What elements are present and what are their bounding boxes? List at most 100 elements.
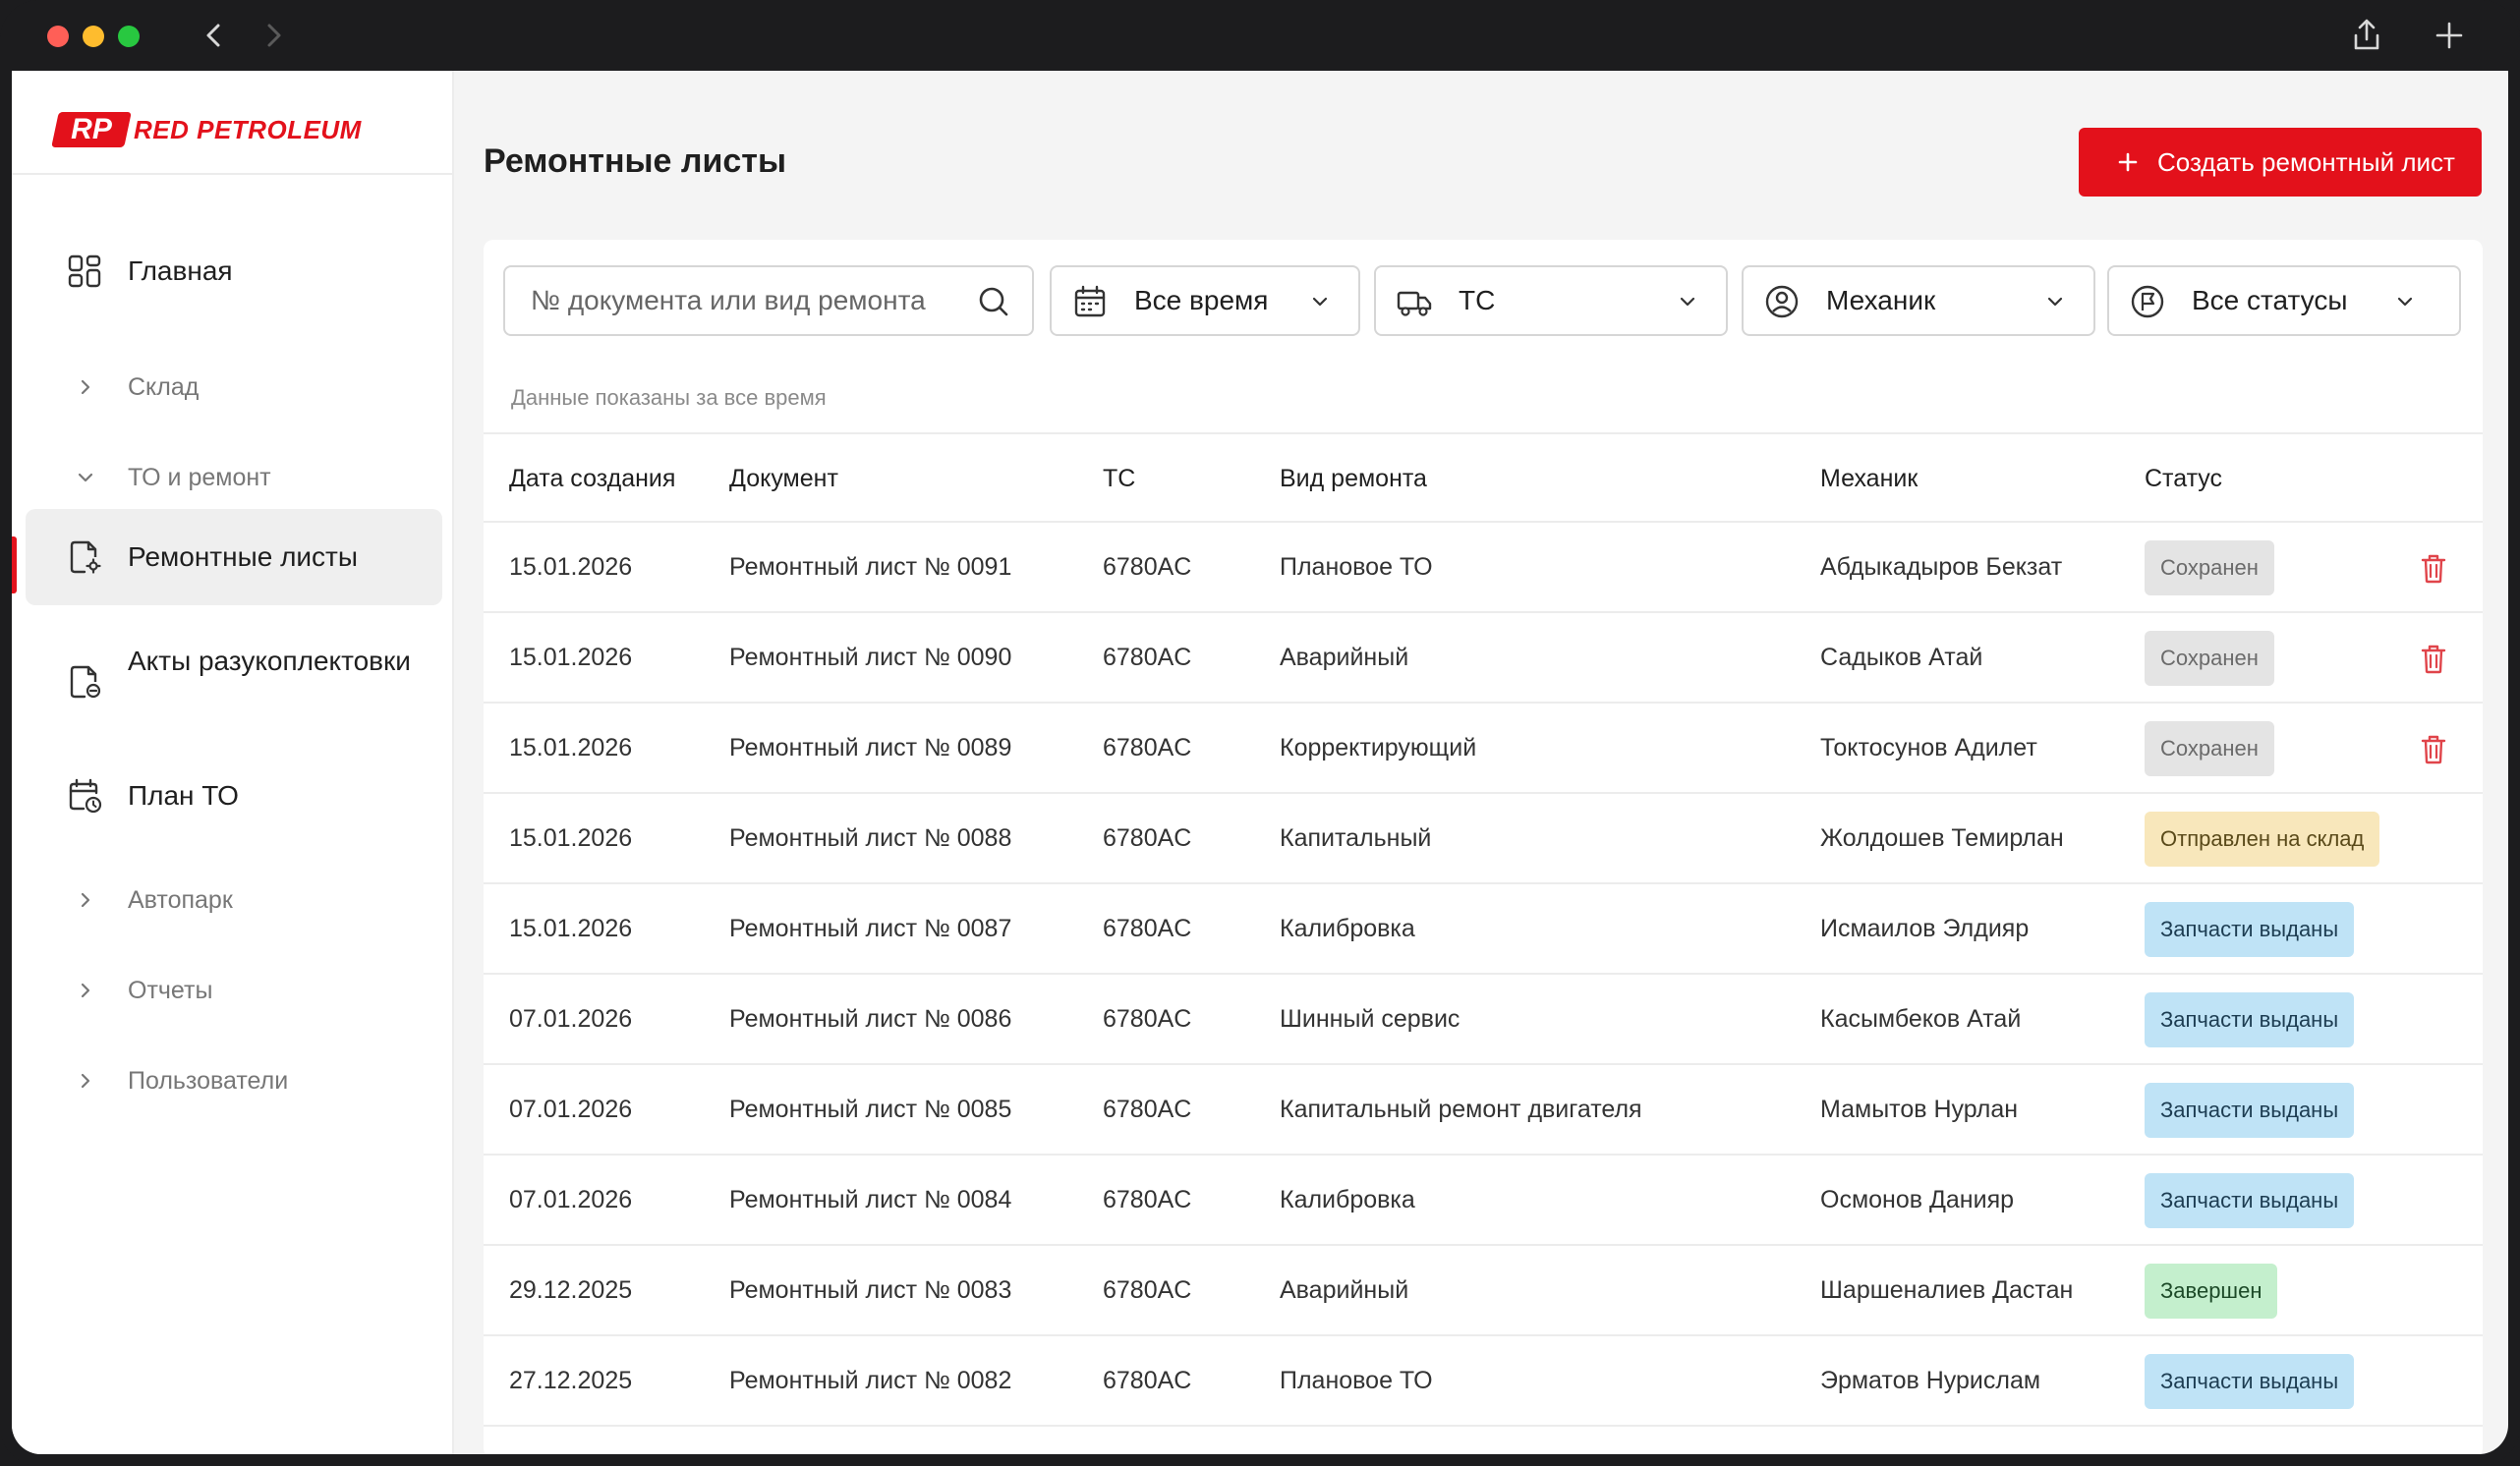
date-cell: 15.01.2026 [509, 644, 633, 671]
date-cell: 15.01.2026 [509, 915, 633, 942]
vehicle-filter[interactable]: ТС [1374, 265, 1728, 336]
search-field[interactable] [503, 265, 1034, 336]
sidebar-item-fleet[interactable]: Автопарк [26, 871, 442, 930]
new-tab-icon[interactable] [2430, 16, 2469, 55]
sidebar-item-warehouse[interactable]: Склад [26, 358, 442, 417]
delete-icon[interactable] [2416, 550, 2451, 586]
search-input[interactable] [505, 267, 1032, 334]
maximize-window-button[interactable] [118, 26, 140, 47]
sidebar-item-users[interactable]: Пользователи [26, 1051, 442, 1110]
sidebar-item-home[interactable]: Главная [26, 236, 442, 307]
status-badge: Запчасти выданы [2145, 902, 2355, 957]
document-cell: Ремонтный лист № 0083 [729, 1276, 1012, 1304]
sidebar-item-maintenance-plan[interactable]: План ТО [26, 761, 442, 831]
vehicle-cell: 6780AC [1103, 1005, 1192, 1033]
mechanic-cell: Касымбеков Атай [1820, 1005, 2022, 1033]
delete-icon[interactable] [2416, 641, 2451, 676]
status-filter[interactable]: Все статусы [2107, 265, 2461, 336]
table-row[interactable]: 29.12.2025 Ремонтный лист № 0083 6780AC Ава… [484, 1246, 2483, 1336]
search-icon [979, 287, 1008, 316]
vehicle-cell: 6780AC [1103, 824, 1192, 852]
mechanic-cell: Садыков Атай [1820, 644, 1983, 671]
vehicle-filter-value: ТС [1459, 285, 1496, 315]
table-row[interactable]: 07.01.2026 Ремонтный лист № 0085 6780AC Кап… [484, 1065, 2483, 1156]
repair-sheets-panel: Все время ТС Механик Все статусы Данные … [484, 240, 2483, 1454]
column-header-date[interactable]: Дата создания [509, 434, 675, 523]
column-header-repair-type[interactable]: Вид ремонта [1280, 434, 1427, 523]
back-arrow-icon[interactable] [197, 18, 232, 53]
minimize-window-button[interactable] [83, 26, 104, 47]
period-note: Данные показаны за все время [511, 385, 827, 410]
repair-type-cell: Шинный сервис [1280, 1005, 1460, 1033]
table-row[interactable]: 27.12.2025 Ремонтный лист № 0082 6780AC Пла… [484, 1336, 2483, 1427]
title-bar [0, 0, 2520, 71]
document-cell: Ремонтный лист № 0086 [729, 1005, 1012, 1033]
vehicle-cell: 6780AC [1103, 915, 1192, 942]
column-header-status[interactable]: Статус [2145, 434, 2222, 523]
table-row[interactable]: 15.01.2026 Ремонтный лист № 0091 6780AC Пла… [484, 523, 2483, 613]
chevron-right-icon [81, 983, 90, 998]
table-row[interactable]: 15.01.2026 Ремонтный лист № 0088 6780AC Кап… [484, 794, 2483, 884]
table-header: Дата создания Документ ТС Вид ремонта Ме… [484, 432, 2483, 523]
vehicle-cell: 6780AC [1103, 1276, 1192, 1304]
mechanic-cell: Жолдошев Темирлан [1820, 824, 2064, 852]
sidebar-item-maintenance[interactable]: ТО и ремонт [26, 448, 442, 507]
disassembly-act-icon [70, 665, 101, 699]
calendar-icon [1074, 285, 1106, 317]
table-row[interactable]: 15.01.2026 Ремонтный лист № 0089 6780AC Кор… [484, 704, 2483, 794]
date-cell: 15.01.2026 [509, 824, 633, 852]
mechanic-cell: Эрматов Нурислам [1820, 1367, 2041, 1394]
status-badge: Сохранен [2145, 631, 2274, 686]
app-content: RP RED PETROLEUM Главная Склад ТО и ремо… [12, 71, 2508, 1454]
date-cell: 15.01.2026 [509, 734, 633, 761]
delete-icon[interactable] [2416, 731, 2451, 766]
repair-type-cell: Плановое ТО [1280, 553, 1433, 581]
plus-icon [2118, 152, 2138, 172]
mechanic-cell: Исмаилов Элдияр [1820, 915, 2030, 942]
mechanic-cell: Токтосунов Адилет [1820, 734, 2037, 761]
table-row[interactable]: 15.01.2026 Ремонтный лист № 0090 6780AC Ава… [484, 613, 2483, 704]
sidebar-item-label: Склад [128, 373, 200, 401]
share-icon[interactable] [2347, 16, 2386, 55]
sidebar-item-repair-sheets[interactable]: Ремонтные листы [26, 509, 442, 605]
document-cell: Ремонтный лист № 0090 [729, 644, 1012, 671]
document-cell: Ремонтный лист № 0089 [729, 734, 1012, 761]
period-filter[interactable]: Все время [1050, 265, 1360, 336]
chevron-right-icon [81, 1073, 90, 1089]
column-header-document[interactable]: Документ [729, 434, 838, 523]
forward-arrow-icon[interactable] [256, 18, 291, 53]
logo[interactable]: RP RED PETROLEUM [12, 71, 454, 175]
logo-badge: RP [51, 112, 132, 147]
date-cell: 07.01.2026 [509, 1096, 633, 1123]
sidebar-item-disassembly-acts[interactable]: Акты разукоплектовки [26, 627, 442, 737]
table-row[interactable]: 07.01.2026 Ремонтный лист № 0084 6780AC Кал… [484, 1156, 2483, 1246]
status-badge: Отправлен на склад [2145, 812, 2380, 867]
table-row[interactable]: 07.01.2026 Ремонтный лист № 0086 6780AC Шин… [484, 975, 2483, 1065]
sidebar-item-label: Автопарк [128, 886, 233, 914]
logo-text: RED PETROLEUM [134, 115, 362, 144]
column-header-vehicle[interactable]: ТС [1103, 434, 1135, 523]
status-badge: Сохранен [2145, 721, 2274, 776]
repair-type-cell: Калибровка [1280, 1186, 1415, 1213]
vehicle-cell: 6780AC [1103, 734, 1192, 761]
repair-type-cell: Корректирующий [1280, 734, 1477, 761]
chevron-down-icon [2047, 297, 2063, 307]
document-cell: Ремонтный лист № 0085 [729, 1096, 1012, 1123]
column-header-mechanic[interactable]: Механик [1820, 434, 1918, 523]
dashboard-icon [68, 254, 101, 288]
close-window-button[interactable] [47, 26, 69, 47]
calendar-clock-icon [69, 778, 102, 814]
mechanic-filter-value: Механик [1826, 285, 1936, 315]
document-cell: Ремонтный лист № 0082 [729, 1367, 1012, 1394]
vehicle-cell: 6780AC [1103, 1367, 1192, 1394]
mechanic-cell: Шаршеналиев Дастан [1820, 1276, 2074, 1304]
status-badge: Завершен [2145, 1264, 2278, 1319]
date-cell: 15.01.2026 [509, 553, 633, 581]
sidebar-item-reports[interactable]: Отчеты [26, 961, 442, 1020]
status-badge: Сохранен [2145, 540, 2274, 595]
create-repair-sheet-button[interactable]: Создать ремонтный лист [2079, 128, 2482, 197]
chevron-down-icon [1312, 297, 1328, 307]
mechanic-cell: Осмонов Данияр [1820, 1186, 2015, 1213]
table-row[interactable]: 15.01.2026 Ремонтный лист № 0087 6780AC Кал… [484, 884, 2483, 975]
mechanic-filter[interactable]: Механик [1742, 265, 2095, 336]
